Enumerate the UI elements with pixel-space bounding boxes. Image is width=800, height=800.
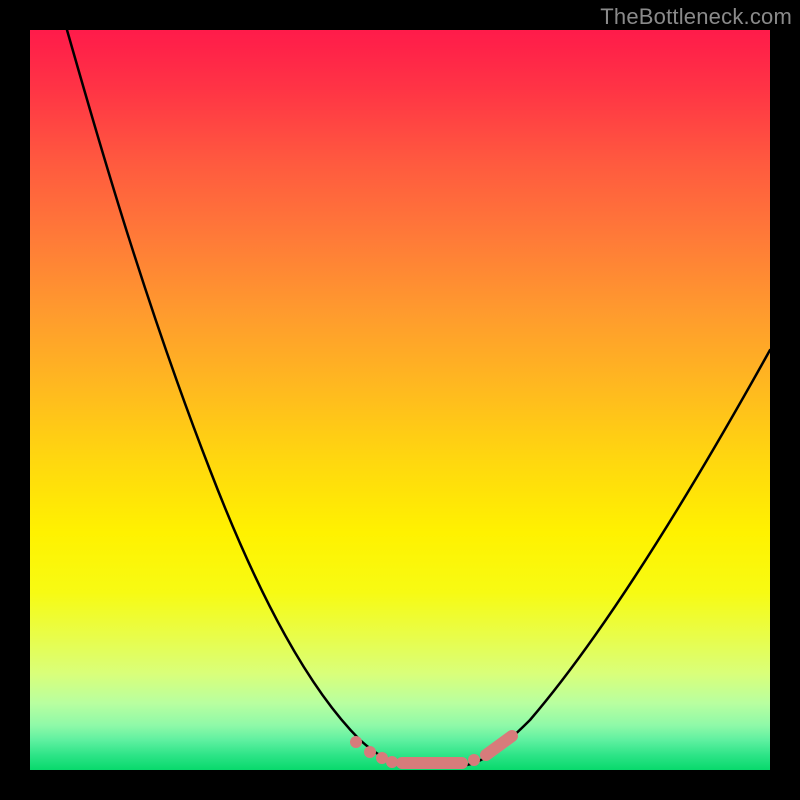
right-branch-marker — [486, 736, 512, 755]
marker-dot — [468, 754, 480, 766]
bottleneck-curve — [67, 30, 770, 766]
chart-svg — [30, 30, 770, 770]
watermark-text: TheBottleneck.com — [600, 4, 792, 30]
plot-area — [30, 30, 770, 770]
marker-dot — [364, 746, 376, 758]
marker-dot — [386, 756, 398, 768]
chart-stage: TheBottleneck.com — [0, 0, 800, 800]
marker-dot — [350, 736, 362, 748]
